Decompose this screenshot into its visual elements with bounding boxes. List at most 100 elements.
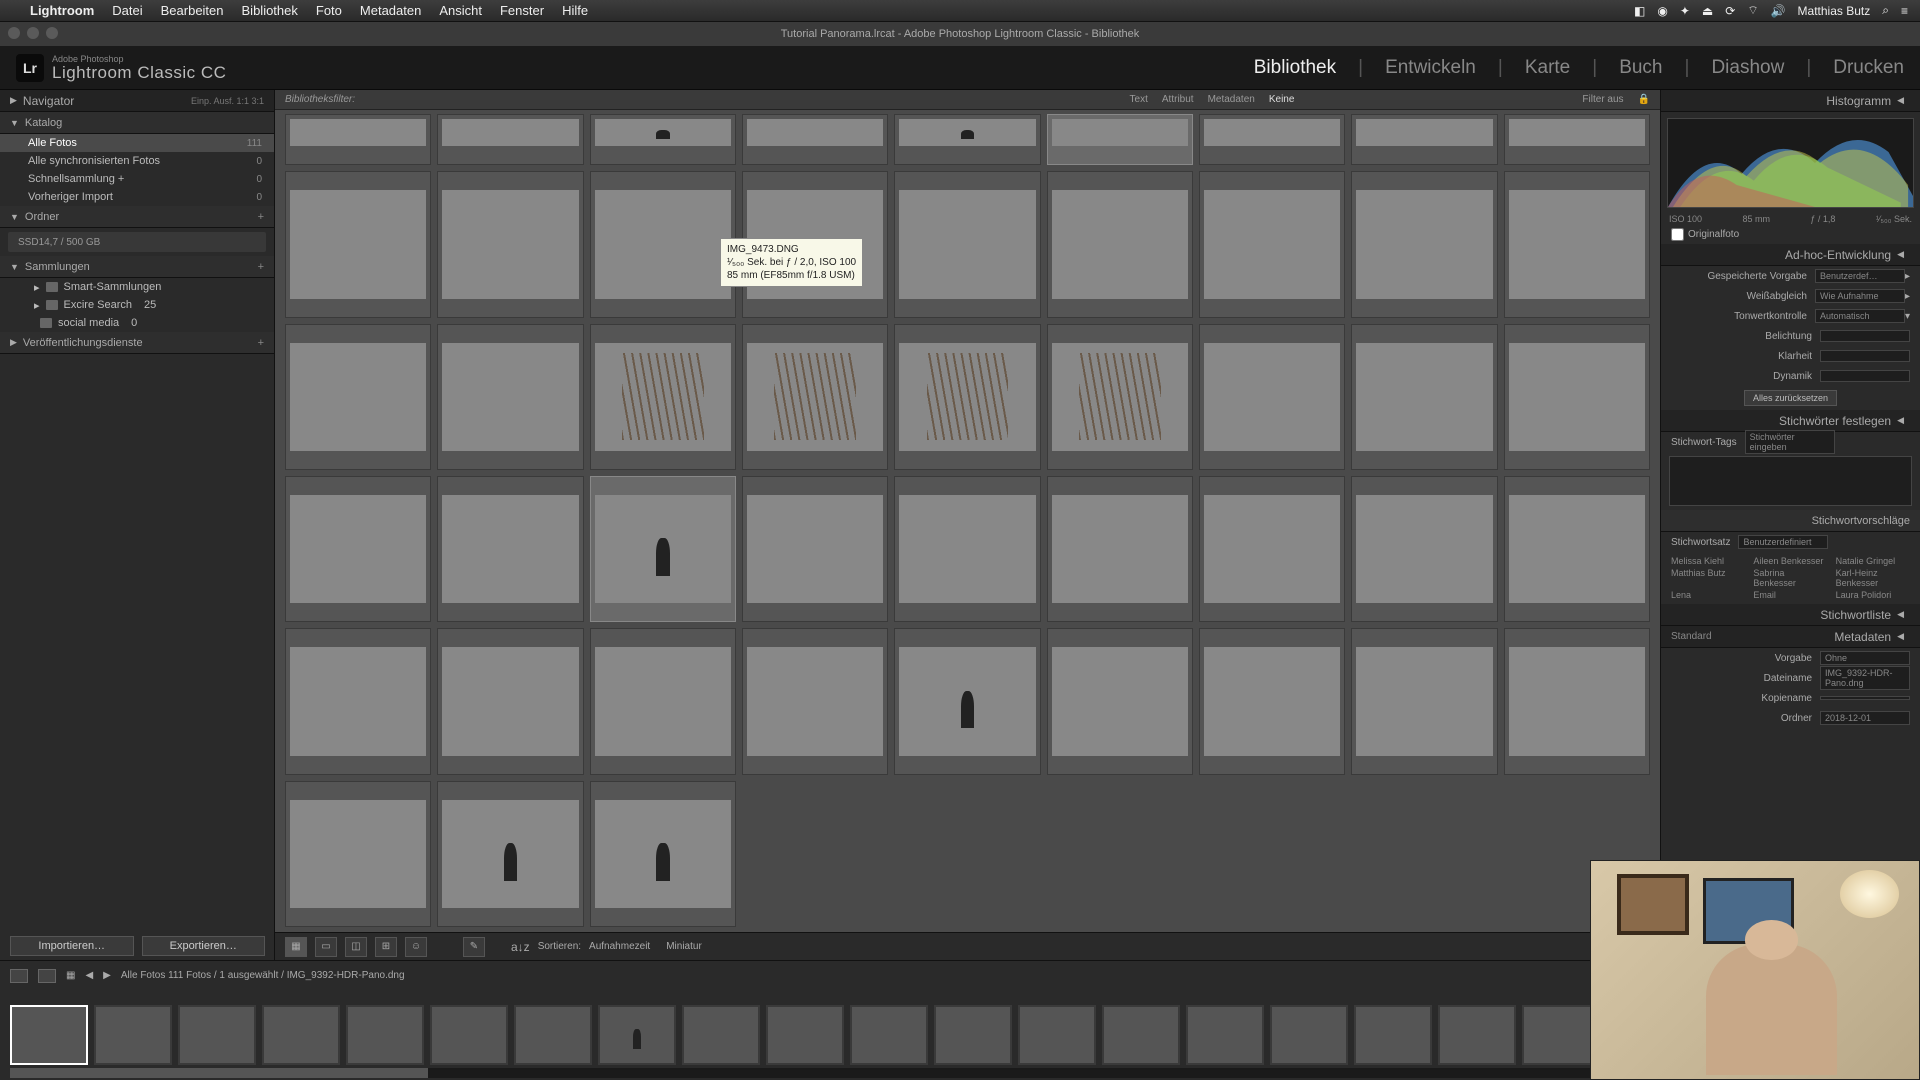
keyword-suggestion[interactable]: Sabrina Benkesser [1753,568,1827,588]
grid-cell[interactable] [1351,628,1497,774]
grid-cell[interactable] [437,628,583,774]
user-name[interactable]: Matthias Butz [1798,4,1871,18]
module-book[interactable]: Buch [1619,57,1662,79]
menu-help[interactable]: Hilfe [562,3,588,18]
thumbnail[interactable] [899,190,1035,298]
grid-cell[interactable] [285,171,431,317]
chevron-icon[interactable]: ▸ [1905,291,1910,302]
forward-icon[interactable]: ▶ [103,970,111,981]
grid-cell[interactable] [1047,476,1193,622]
keyword-input[interactable] [1669,456,1912,506]
close-icon[interactable] [8,27,20,39]
grid-cell[interactable] [285,114,431,165]
thumbnail[interactable] [1356,343,1492,451]
grid-cell[interactable] [1504,114,1650,165]
filmstrip-thumbnail[interactable] [178,1005,256,1065]
thumbnail[interactable] [1509,647,1645,755]
module-print[interactable]: Drucken [1833,57,1904,79]
filmstrip-thumbnail[interactable] [682,1005,760,1065]
zoom-icon[interactable] [46,27,58,39]
filmstrip-thumbnail[interactable] [94,1005,172,1065]
volume-icon[interactable]: 🔊 [1771,4,1786,18]
minimize-icon[interactable] [27,27,39,39]
grid-cell[interactable] [285,628,431,774]
metadata-preset-select[interactable]: Ohne [1820,651,1910,665]
thumbnail[interactable] [899,495,1035,603]
wifi-icon[interactable]: ⌔ [1747,3,1758,18]
folders-header[interactable]: ▼Ordner+ [0,206,274,228]
grid-cell[interactable] [1504,476,1650,622]
thumbnail[interactable] [1052,190,1188,298]
histogram-header[interactable]: Histogramm◀ [1661,90,1920,112]
keyword-suggestion[interactable]: Melissa Kiehl [1671,556,1745,566]
chevron-icon[interactable]: ▾ [1905,311,1910,322]
status-icon[interactable]: ⏏ [1702,4,1713,18]
preset-select[interactable]: Benutzerdef… [1815,269,1905,283]
filmstrip-thumbnail[interactable] [10,1005,88,1065]
thumbnail[interactable] [595,647,731,755]
grid-view[interactable]: IMG_9473.DNG ¹⁄₅₀₀ Sek. bei ƒ / 2,0, ISO… [275,110,1660,932]
second-window-icon[interactable] [10,969,28,983]
original-checkbox[interactable] [1671,228,1684,241]
keyword-suggestion[interactable]: Lena [1671,590,1745,600]
vibrance-stepper[interactable] [1820,370,1910,382]
thumbnail[interactable] [290,800,426,908]
module-map[interactable]: Karte [1525,57,1570,79]
keyword-set-select[interactable]: Benutzerdefiniert [1738,535,1828,549]
tone-auto-button[interactable]: Automatisch [1815,309,1905,323]
grid-view-icon[interactable]: ▦ [285,937,307,957]
thumbnail[interactable] [747,343,883,451]
keyword-suggestion[interactable]: Karl-Heinz Benkesser [1836,568,1910,588]
grid-cell[interactable] [1199,476,1345,622]
grid-cell[interactable] [590,628,736,774]
grid-cell[interactable] [285,476,431,622]
thumbnail[interactable] [1509,119,1645,146]
compare-view-icon[interactable]: ◫ [345,937,367,957]
chevron-icon[interactable]: ▸ [1905,271,1910,282]
thumbnail[interactable] [1509,190,1645,298]
grid-cell[interactable] [1047,324,1193,470]
filmstrip-thumbnail[interactable] [262,1005,340,1065]
metadata-copyname[interactable] [1820,696,1910,700]
menu-photo[interactable]: Foto [316,3,342,18]
thumbnail[interactable] [290,495,426,603]
module-slideshow[interactable]: Diashow [1711,57,1784,79]
thumbnail[interactable] [1509,343,1645,451]
collections-header[interactable]: ▼Sammlungen+ [0,256,274,278]
grid-cell[interactable] [590,324,736,470]
app-menu[interactable]: Lightroom [30,3,94,18]
thumbnail[interactable] [1204,190,1340,298]
grid-cell[interactable] [1351,476,1497,622]
filmstrip-thumbnail[interactable] [598,1005,676,1065]
thumbnail[interactable] [1052,119,1188,146]
catalog-synced[interactable]: Alle synchronisierten Fotos0 [0,152,274,170]
filmstrip-thumbnail[interactable] [1270,1005,1348,1065]
grid-cell[interactable] [1199,171,1345,317]
filmstrip-thumbnail[interactable] [1186,1005,1264,1065]
grid-cell[interactable] [437,171,583,317]
grid-cell[interactable] [894,628,1040,774]
filter-attribute[interactable]: Attribut [1162,94,1194,105]
grid-cell[interactable] [590,171,736,317]
survey-view-icon[interactable]: ⊞ [375,937,397,957]
collection-item[interactable]: social media0 [0,314,274,332]
grid-cell[interactable] [1351,171,1497,317]
status-icon[interactable]: ✦ [1680,4,1690,18]
grid-cell[interactable] [1504,628,1650,774]
filmstrip-thumbnail[interactable] [1102,1005,1180,1065]
thumbnail[interactable] [899,343,1035,451]
wb-select[interactable]: Wie Aufnahme [1815,289,1905,303]
grid-cell[interactable] [1504,324,1650,470]
thumbnail[interactable] [1204,343,1340,451]
thumbnail[interactable] [595,800,731,908]
grid-cell[interactable] [894,114,1040,165]
grid-cell[interactable] [1047,628,1193,774]
grid-cell[interactable] [1351,324,1497,470]
menu-view[interactable]: Ansicht [439,3,482,18]
thumbnail[interactable] [1052,495,1188,603]
grid-cell[interactable] [1199,114,1345,165]
module-develop[interactable]: Entwickeln [1385,57,1476,79]
collection-item[interactable]: ▸Smart-Sammlungen [0,278,274,296]
breadcrumb[interactable]: Alle Fotos 111 Fotos / 1 ausgewählt / IM… [121,970,405,981]
thumbnail[interactable] [1052,343,1188,451]
